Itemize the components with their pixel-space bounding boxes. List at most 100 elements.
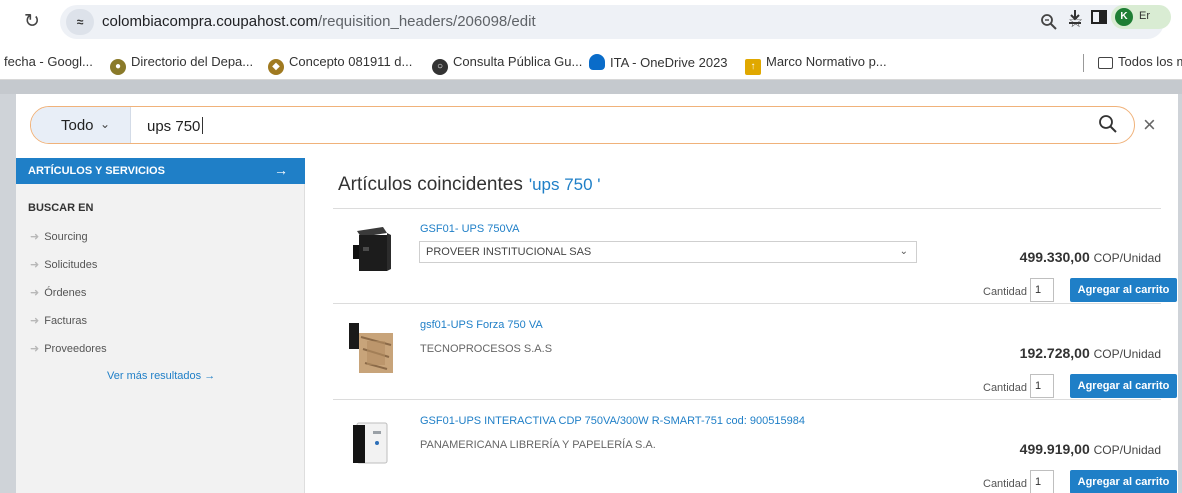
product-image[interactable] [343,411,395,473]
product-image[interactable] [343,219,395,281]
url-path: /requisition_headers/206098/edit [317,13,536,30]
bookmark-item[interactable]: ↑ Marco Normativo p... [745,54,887,75]
quantity-label: Cantidad [983,478,1028,490]
shield-icon: ◆ [268,59,284,75]
quantity-input[interactable]: 1 [1030,374,1054,398]
results-query: 'ups 750 ' [528,175,601,194]
sidebar-section-title: BUSCAR EN [28,202,94,214]
search-query-text: ups 750 [147,118,201,135]
results-title-text: Artículos coincidentes [338,174,523,195]
close-icon[interactable]: × [1143,114,1156,136]
bookmarks-separator [1083,54,1084,72]
sidebar-item-label: Facturas [44,315,88,327]
browser-toolbar: ↻ ≈ colombiacompra.coupahost.com/requisi… [0,0,1182,44]
page-background [0,80,1182,94]
profile-button[interactable]: K Er [1111,5,1171,29]
bookmark-item[interactable]: ● Directorio del Depa... [110,54,253,75]
bookmark-label: Concepto 081911 d... [289,54,413,69]
product-image[interactable] [343,315,395,377]
price-value: 192.728,00 [1019,345,1090,361]
text-caret [202,117,204,134]
sidebar-item-label: Proveedores [44,343,107,355]
sidebar-header-label: ARTÍCULOS Y SERVICIOS [28,165,165,177]
avatar: K [1115,8,1133,26]
all-bookmarks-button[interactable]: Todos los m [1098,54,1182,69]
price-value: 499.919,00 [1019,441,1090,457]
side-panel-icon[interactable] [1090,8,1108,30]
search-sidebar: ARTÍCULOS Y SERVICIOS → BUSCAR EN ➜ Sourc… [16,158,305,493]
bookmark-label: Todos los m [1118,54,1182,69]
result-item: GSF01-UPS INTERACTIVA CDP 750VA/300W R-S… [333,401,1177,493]
result-item: GSF01- UPS 750VA PROVEER INSTITUCIONAL S… [333,209,1177,304]
price-unit: COP/Unidad [1093,251,1161,265]
sidebar-item-sourcing[interactable]: ➜ Sourcing [30,230,88,243]
sidebar-item-ordenes[interactable]: ➜ Órdenes [30,286,86,299]
bookmark-item[interactable]: ITA - OneDrive 2023 [589,54,728,70]
search-modal: Todo ⌄ ups 750 × ARTÍCULOS Y SERVICIOS →… [16,94,1178,493]
search-scope-label: Todo [61,117,94,134]
quantity-label: Cantidad [983,382,1028,394]
price-value: 499.330,00 [1019,249,1090,265]
bookmark-label: ITA - OneDrive 2023 [610,55,728,70]
url-host: colombiacompra.coupahost.com [102,13,318,30]
profile-name: Er [1139,10,1150,22]
bookmark-item[interactable]: fecha - Googl... [4,54,93,69]
more-results-link[interactable]: Ver más resultados → [107,370,215,382]
results-panel: Artículos coincidentes 'ups 750 ' GSF01- … [321,158,1177,493]
bookmark-label: Consulta Pública Gu... [453,54,583,69]
product-name-link[interactable]: GSF01- UPS 750VA [420,223,519,235]
sidebar-item-proveedores[interactable]: ➜ Proveedores [30,342,107,355]
globe-icon: ○ [432,59,448,75]
sidebar-item-label: Solicitudes [44,259,98,271]
chevron-down-icon: ⌄ [100,117,111,131]
product-price: 192.728,00 COP/Unidad [1020,345,1161,361]
bookmark-item[interactable]: ○ Consulta Pública Gu... [432,54,582,75]
supplier-name: TECNOPROCESOS S.A.S [420,343,553,355]
sidebar-item-label: Órdenes [44,287,87,299]
address-bar[interactable]: ≈ colombiacompra.coupahost.com/requisiti… [60,5,1164,39]
add-to-cart-button[interactable]: Agregar al carrito [1070,470,1177,493]
results-title: Artículos coincidentes 'ups 750 ' [338,174,601,196]
folder-icon [1098,57,1113,69]
arrow-right-icon: ➜ [30,343,40,355]
add-to-cart-button[interactable]: Agregar al carrito [1070,278,1177,302]
search-scope-select[interactable]: Todo ⌄ [31,107,131,143]
arrow-right-icon: ➜ [30,231,40,243]
add-to-cart-button[interactable]: Agregar al carrito [1070,374,1177,398]
download-icon[interactable] [1066,8,1084,30]
sidebar-item-facturas[interactable]: ➜ Facturas [30,314,87,327]
zoom-icon[interactable] [1040,13,1058,35]
price-unit: COP/Unidad [1093,443,1161,457]
product-name-link[interactable]: gsf01-UPS Forza 750 VA [420,319,543,331]
site-info-icon[interactable]: ≈ [66,9,94,35]
quantity-input[interactable]: 1 [1030,278,1054,302]
bookmarks-bar: fecha - Googl... ● Directorio del Depa...… [0,44,1182,80]
supplier-select[interactable]: PROVEER INSTITUCIONAL SAS ⌄ [419,241,917,263]
bookmark-label: fecha - Googl... [4,54,93,69]
sidebar-header-articles[interactable]: ARTÍCULOS Y SERVICIOS → [16,158,305,184]
product-price: 499.330,00 COP/Unidad [1020,249,1161,265]
cloud-icon [589,54,605,70]
arrow-icon: ↑ [745,59,761,75]
url-text[interactable]: colombiacompra.coupahost.com/requisition… [102,13,536,30]
sidebar-item-solicitudes[interactable]: ➜ Solicitudes [30,258,97,271]
result-item: gsf01-UPS Forza 750 VA TECNOPROCESOS S.A… [333,305,1177,400]
bookmark-label: Directorio del Depa... [131,54,254,69]
search-bar: Todo ⌄ ups 750 [30,106,1135,144]
bookmark-item[interactable]: ◆ Concepto 081911 d... [268,54,412,75]
bookmark-label: Marco Normativo p... [766,54,887,69]
seal-icon: ● [110,59,126,75]
supplier-select-value: PROVEER INSTITUCIONAL SAS [426,246,592,258]
chevron-down-icon: ⌄ [899,246,908,257]
product-price: 499.919,00 COP/Unidad [1020,441,1161,457]
arrow-right-icon: → [274,162,288,178]
quantity-input[interactable]: 1 [1030,470,1054,493]
arrow-right-icon: ➜ [30,287,40,299]
search-input[interactable]: ups 750 [147,117,204,135]
product-name-link[interactable]: GSF01-UPS INTERACTIVA CDP 750VA/300W R-S… [420,415,805,427]
arrow-right-icon: ➜ [30,259,40,271]
sidebar-item-label: Sourcing [44,231,88,243]
search-icon[interactable] [1098,113,1118,135]
reload-icon[interactable]: ↻ [20,10,44,34]
quantity-label: Cantidad [983,286,1028,298]
